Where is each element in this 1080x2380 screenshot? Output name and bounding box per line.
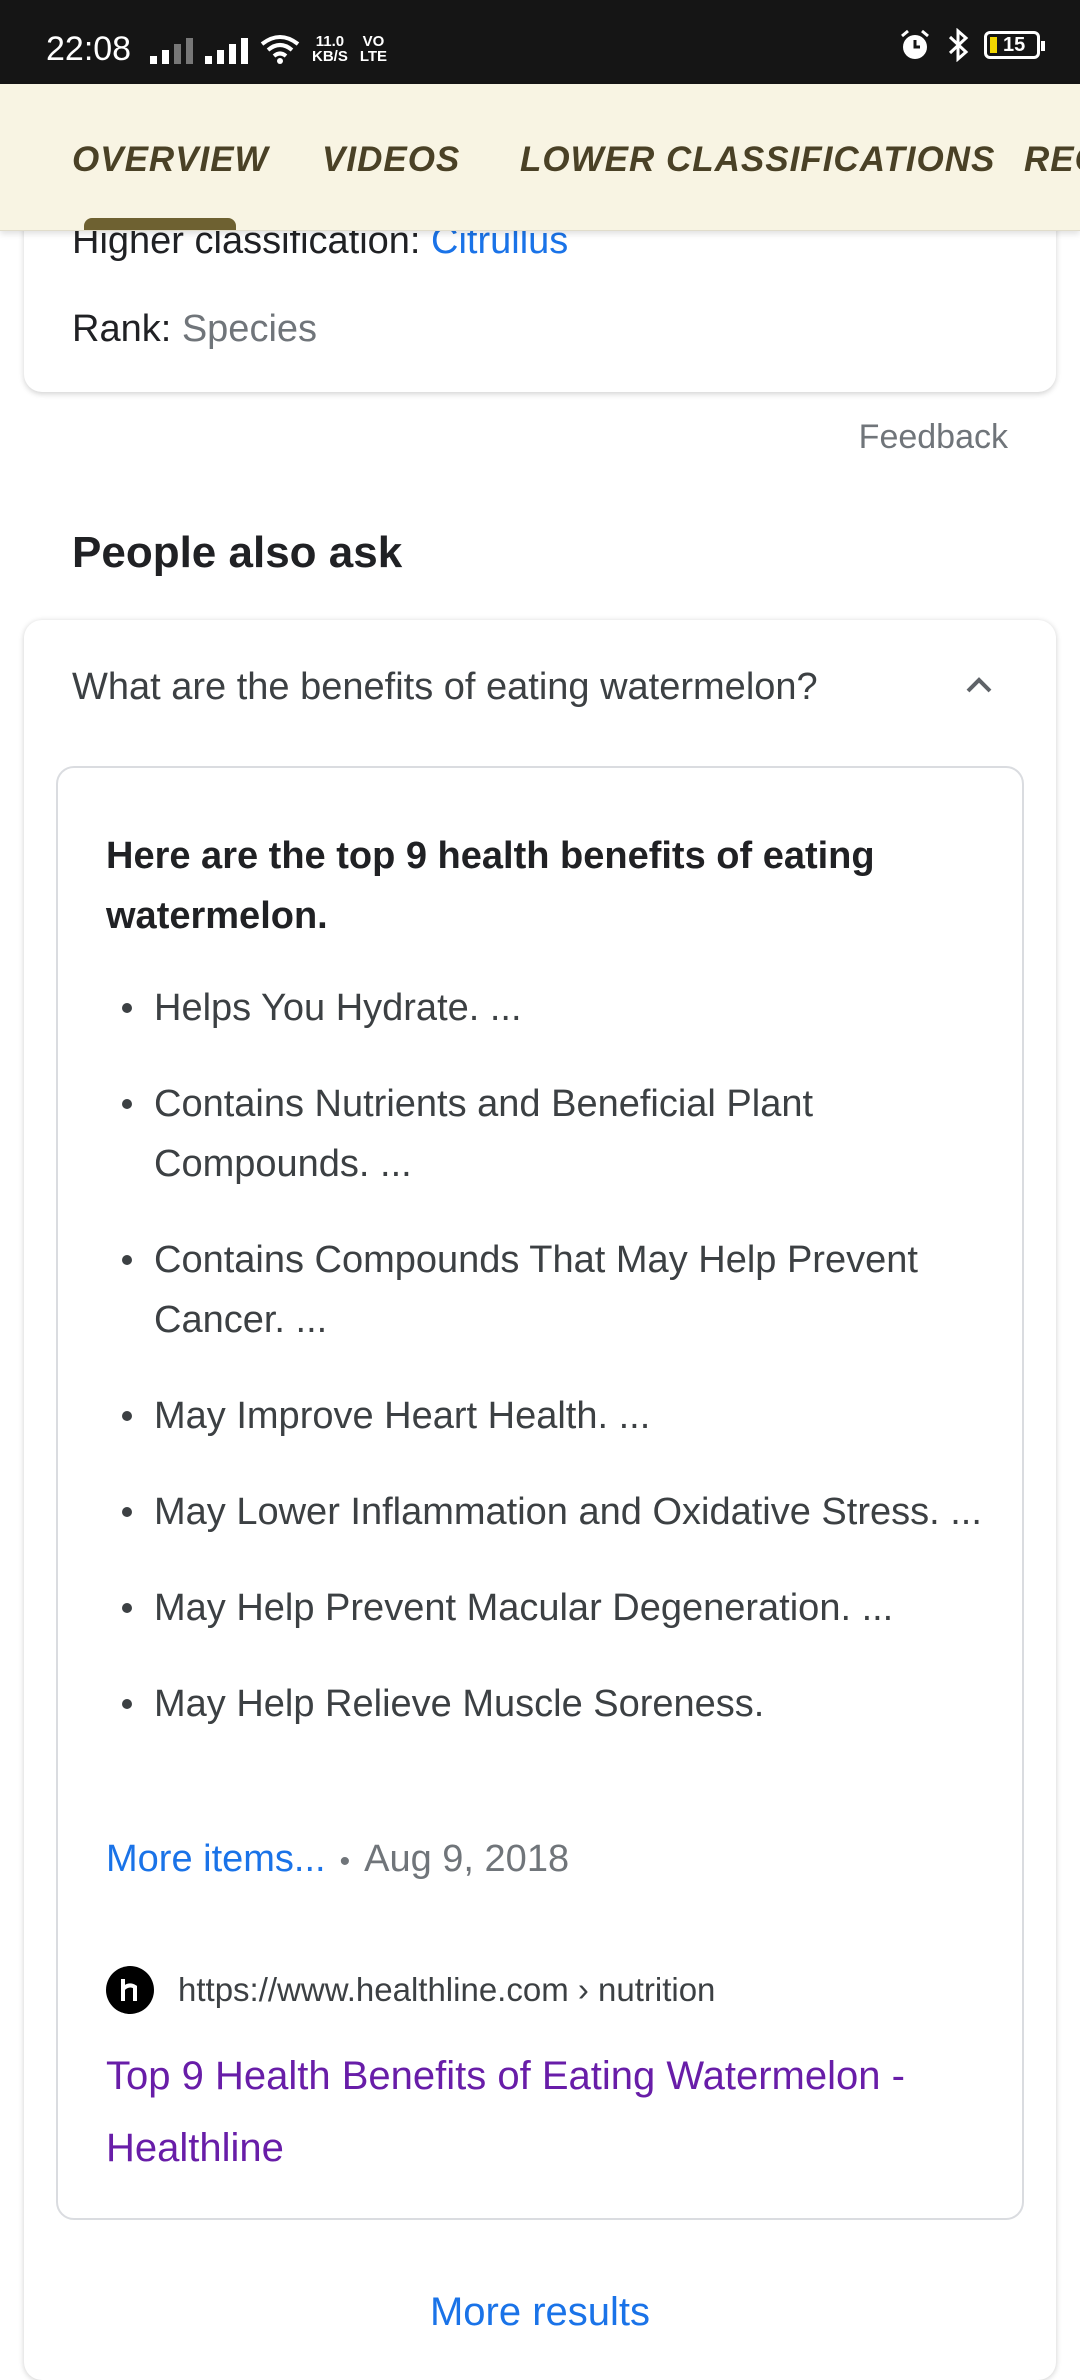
list-item: May Lower Inflammation and Oxidative Str… — [106, 1482, 986, 1542]
alarm-icon — [901, 29, 929, 59]
source-row[interactable]: https://www.healthline.com › nutrition — [106, 1966, 715, 2014]
separator: • — [339, 1845, 351, 1878]
rank-value: Species — [181, 308, 318, 350]
feedback-link[interactable]: Feedback — [859, 418, 1008, 457]
answer-date: Aug 9, 2018 — [364, 1838, 570, 1880]
list-item: Contains Nutrients and Beneficial Plant … — [106, 1074, 986, 1194]
signal-icon — [205, 34, 248, 64]
knowledge-panel-tabs: OVERVIEW VIDEOS LOWER CLASSIFICATIONS RE… — [0, 84, 1080, 231]
status-icons-left: 11.0 KB/S VO LTE — [150, 34, 387, 64]
tab-related[interactable]: REC — [1024, 140, 1080, 180]
answer-panel: Here are the top 9 health benefits of ea… — [56, 766, 1024, 2220]
question-toggle[interactable]: What are the benefits of eating watermel… — [72, 666, 818, 709]
list-item: May Improve Heart Health. ... — [106, 1386, 986, 1446]
status-bar: 22:08 11.0 KB/S VO LTE 15 — [0, 0, 1080, 84]
more-items-link[interactable]: More items... — [106, 1838, 326, 1880]
source-url: https://www.healthline.com › nutrition — [178, 1971, 716, 2008]
wifi-icon — [260, 35, 300, 64]
list-item: May Help Relieve Muscle Soreness. — [106, 1674, 986, 1734]
list-item: Contains Compounds That May Help Prevent… — [106, 1230, 986, 1350]
list-item: May Help Prevent Macular Degeneration. .… — [106, 1578, 986, 1638]
more-items-line: More items... • Aug 9, 2018 — [106, 1838, 569, 1881]
rank-row: Rank: Species — [72, 308, 318, 350]
people-also-ask-heading: People also ask — [72, 528, 403, 577]
healthline-favicon-icon — [106, 1966, 154, 2014]
people-also-ask-card: What are the benefits of eating watermel… — [24, 620, 1056, 2380]
network-speed: 11.0 KB/S — [312, 33, 348, 65]
chevron-up-icon[interactable] — [964, 670, 994, 700]
selected-tab-indicator — [84, 218, 236, 230]
more-results-link[interactable]: More results — [24, 2290, 1056, 2335]
tab-overview[interactable]: OVERVIEW — [72, 140, 269, 180]
result-title-link[interactable]: Top 9 Health Benefits of Eating Watermel… — [106, 2040, 986, 2184]
bluetooth-icon — [948, 28, 969, 62]
tab-videos[interactable]: VIDEOS — [322, 140, 460, 180]
tab-lower-classifications[interactable]: LOWER CLASSIFICATIONS — [520, 140, 995, 180]
battery-icon: 15 — [984, 31, 1045, 59]
answer-heading: Here are the top 9 health benefits of ea… — [106, 835, 875, 937]
volte-indicator: VO LTE — [359, 33, 388, 65]
status-icons-right: 15 — [898, 28, 1045, 62]
clock: 22:08 — [46, 30, 132, 68]
benefits-list: Helps You Hydrate. ... Contains Nutrient… — [106, 978, 986, 1770]
list-item: Helps You Hydrate. ... — [106, 978, 986, 1038]
signal-icon — [150, 34, 193, 64]
